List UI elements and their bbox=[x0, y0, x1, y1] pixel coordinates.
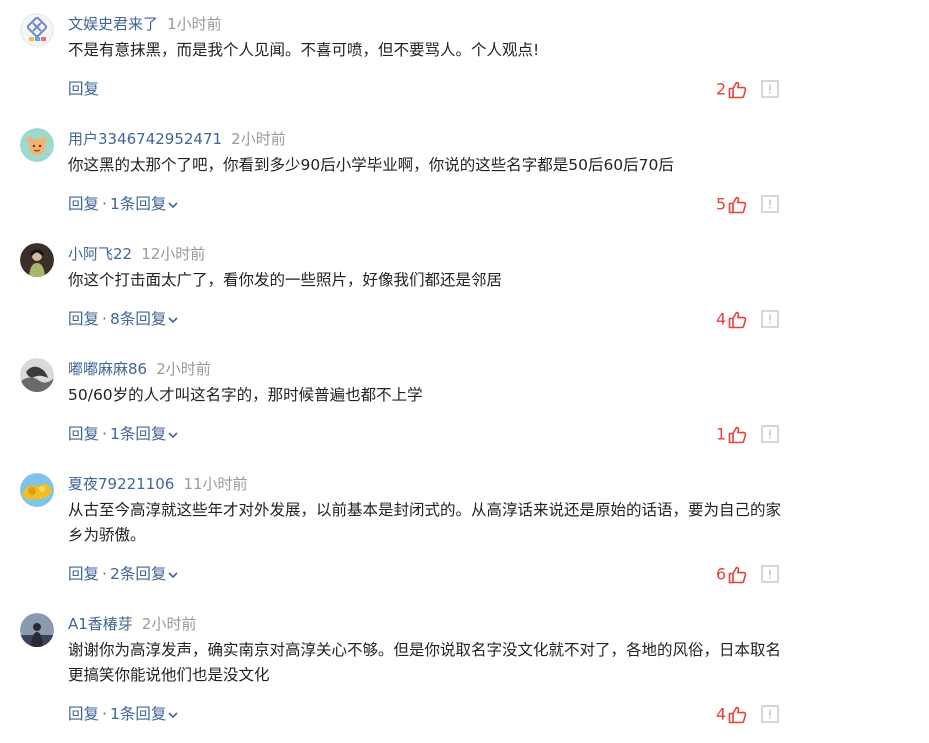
comment-meta: A1香椿芽 2小时前 bbox=[68, 613, 196, 635]
username[interactable]: 夏夜79221106 bbox=[68, 475, 174, 493]
reply-button[interactable]: 回复 bbox=[68, 425, 99, 443]
like-count: 2 bbox=[716, 79, 727, 99]
reply-button[interactable]: 回复 bbox=[68, 310, 99, 328]
like-button[interactable]: 5 bbox=[716, 192, 747, 216]
comment-actions: 回复 · 2条回复 bbox=[68, 562, 179, 586]
timestamp: 11小时前 bbox=[183, 475, 248, 493]
reply-count: 1条回复 bbox=[109, 425, 167, 443]
comment-text: 你这个打击面太广了，看你发的一些照片，好像我们都还是邻居 bbox=[68, 271, 503, 289]
separator-dot: · bbox=[102, 310, 107, 328]
username[interactable]: A1香椿芽 bbox=[68, 615, 133, 633]
comment-text: 不是有意抹黑，而是我个人见闻。不喜可喷，但不要骂人。个人观点! bbox=[68, 41, 540, 59]
chevron-down-icon bbox=[168, 711, 178, 718]
expand-replies-button[interactable]: 2条回复 bbox=[110, 565, 179, 583]
comment-actions: 回复 · 1条回复 bbox=[68, 702, 179, 726]
reply-count: 8条回复 bbox=[109, 310, 167, 328]
like-count: 1 bbox=[716, 424, 727, 444]
username[interactable]: 文娱史君来了 bbox=[68, 15, 158, 33]
report-icon[interactable] bbox=[761, 310, 779, 328]
timestamp: 12小时前 bbox=[141, 245, 206, 263]
reply-button[interactable]: 回复 bbox=[68, 705, 99, 723]
report-icon[interactable] bbox=[761, 425, 779, 443]
reply-button[interactable]: 回复 bbox=[68, 195, 99, 213]
like-count: 5 bbox=[716, 194, 727, 214]
thumbs-up-icon[interactable] bbox=[728, 311, 747, 329]
avatar-flower-icon[interactable] bbox=[20, 473, 54, 507]
reply-button[interactable]: 回复 bbox=[68, 80, 99, 98]
thumbs-up-icon[interactable] bbox=[728, 426, 747, 444]
expand-replies-button[interactable]: 1条回复 bbox=[110, 705, 179, 723]
like-button[interactable]: 4 bbox=[716, 307, 747, 331]
username[interactable]: 嘟嘟麻麻86 bbox=[68, 360, 147, 378]
like-button[interactable]: 4 bbox=[716, 702, 747, 726]
avatar-silhouette-icon[interactable] bbox=[20, 613, 54, 647]
separator-dot: · bbox=[102, 425, 107, 443]
comment-text: 从古至今高淳就这些年才对外发展，以前基本是封闭式的。从高淳话来说还是原始的话语，… bbox=[68, 501, 782, 544]
like-button[interactable]: 1 bbox=[716, 422, 747, 446]
avatar-cartoon-icon[interactable] bbox=[20, 128, 54, 162]
expand-replies-button[interactable]: 1条回复 bbox=[110, 195, 179, 213]
comment-text: 你这黑的太那个了吧，你看到多少90后小学毕业啊，你说的这些名字都是50后60后7… bbox=[68, 156, 674, 174]
comment-text: 谢谢你为高淳发声，确实南京对高淳关心不够。但是你说取名字没文化就不对了，各地的风… bbox=[68, 641, 782, 684]
report-icon[interactable] bbox=[761, 195, 779, 213]
separator-dot: · bbox=[102, 565, 107, 583]
comment-meta: 夏夜79221106 11小时前 bbox=[68, 473, 248, 495]
like-count: 6 bbox=[716, 564, 727, 584]
comment-actions: 回复 · 1条回复 bbox=[68, 192, 179, 216]
chevron-down-icon bbox=[168, 201, 178, 208]
reply-count: 2条回复 bbox=[109, 565, 167, 583]
username[interactable]: 用户3346742952471 bbox=[68, 130, 222, 148]
comment-actions: 回复 · 1条回复 bbox=[68, 422, 179, 446]
expand-replies-button[interactable]: 8条回复 bbox=[110, 310, 179, 328]
comment-meta: 小阿飞22 12小时前 bbox=[68, 243, 205, 265]
report-icon[interactable] bbox=[761, 705, 779, 723]
avatar-photo-icon[interactable] bbox=[20, 358, 54, 392]
comment-actions: 回复 · 8条回复 bbox=[68, 307, 179, 331]
chevron-down-icon bbox=[168, 571, 178, 578]
report-icon[interactable] bbox=[761, 80, 779, 98]
like-button[interactable]: 6 bbox=[716, 562, 747, 586]
avatar-person-icon[interactable] bbox=[20, 243, 54, 277]
avatar-logo-icon[interactable] bbox=[20, 13, 54, 47]
reply-count: 1条回复 bbox=[109, 705, 167, 723]
comment-meta: 文娱史君来了 1小时前 bbox=[68, 13, 222, 35]
like-count: 4 bbox=[716, 704, 727, 724]
thumbs-up-icon[interactable] bbox=[728, 196, 747, 214]
comment-meta: 用户3346742952471 2小时前 bbox=[68, 128, 286, 150]
reply-button[interactable]: 回复 bbox=[68, 565, 99, 583]
comment-meta: 嘟嘟麻麻86 2小时前 bbox=[68, 358, 211, 380]
username[interactable]: 小阿飞22 bbox=[68, 245, 132, 263]
thumbs-up-icon[interactable] bbox=[728, 81, 747, 99]
separator-dot: · bbox=[102, 705, 107, 723]
thumbs-up-icon[interactable] bbox=[728, 566, 747, 584]
chevron-down-icon bbox=[168, 431, 178, 438]
report-icon[interactable] bbox=[761, 565, 779, 583]
timestamp: 2小时前 bbox=[141, 615, 197, 633]
comment-text: 50/60岁的人才叫这名字的，那时候普遍也都不上学 bbox=[68, 386, 423, 404]
reply-count: 1条回复 bbox=[109, 195, 167, 213]
timestamp: 1小时前 bbox=[167, 15, 222, 33]
timestamp: 2小时前 bbox=[231, 130, 286, 148]
timestamp: 2小时前 bbox=[156, 360, 211, 378]
separator-dot: · bbox=[102, 195, 107, 213]
like-button[interactable]: 2 bbox=[716, 77, 747, 101]
like-count: 4 bbox=[716, 309, 727, 329]
thumbs-up-icon[interactable] bbox=[728, 706, 747, 724]
chevron-down-icon bbox=[168, 316, 178, 323]
expand-replies-button[interactable]: 1条回复 bbox=[110, 425, 179, 443]
comment-actions: 回复 bbox=[68, 77, 99, 101]
